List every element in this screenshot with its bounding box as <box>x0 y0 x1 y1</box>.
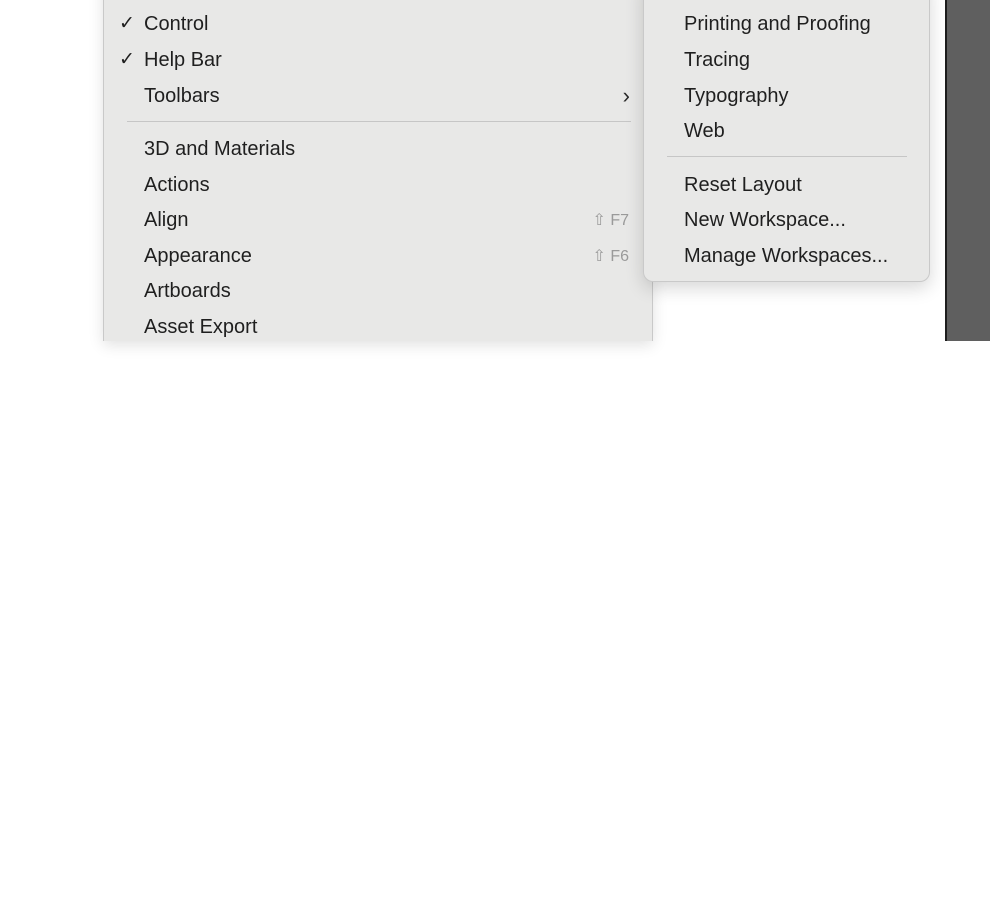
menu-separator <box>667 156 907 157</box>
menu-item-label: Control <box>144 13 209 35</box>
menu-item-tracing[interactable]: Tracing <box>644 45 931 75</box>
checkmark-icon: ✓ <box>119 49 135 70</box>
menu-item-label: Asset Export <box>144 316 258 338</box>
menu-item-label: Align <box>144 209 189 231</box>
menu-item-typography[interactable]: Typography <box>644 81 931 111</box>
menu-item-label: Printing and Proofing <box>684 13 871 35</box>
menu-item-label: Actions <box>144 174 210 196</box>
menu-item-label: Manage Workspaces... <box>684 245 889 267</box>
menu-item-label: Tracing <box>684 49 750 71</box>
menu-item-label: Reset Layout <box>684 174 802 196</box>
workspace-submenu: Printing and Proofing Tracing Typography… <box>643 0 930 282</box>
chevron-right-icon: › <box>622 83 630 108</box>
menu-item-label: 3D and Materials <box>144 138 296 160</box>
menu-item-printing-and-proofing[interactable]: Printing and Proofing <box>644 9 931 39</box>
menu-item-label: Web <box>684 120 725 142</box>
menu-item-new-workspace[interactable]: New Workspace... <box>644 205 931 235</box>
menu-item-reset-layout[interactable]: Reset Layout <box>644 170 931 200</box>
menu-item-artboards[interactable]: Artboards <box>104 276 654 306</box>
keyboard-shortcut: ⇧ F6 <box>592 248 629 265</box>
menu-item-actions[interactable]: Actions <box>104 170 654 200</box>
menu-separator <box>127 121 631 122</box>
window-menu: ✓ Control ✓ Help Bar Toolbars › 3D and M… <box>103 0 653 341</box>
menu-item-label: Toolbars <box>144 85 220 107</box>
menu-item-toolbars[interactable]: Toolbars › <box>104 81 654 111</box>
menu-item-appearance[interactable]: Appearance ⇧ F6 <box>104 241 654 271</box>
menu-item-manage-workspaces[interactable]: Manage Workspaces... <box>644 241 931 271</box>
keyboard-shortcut: ⇧ F7 <box>592 212 629 229</box>
menu-item-label: Typography <box>684 85 789 107</box>
side-panel <box>945 0 990 341</box>
menu-item-label: Artboards <box>144 280 231 302</box>
menu-item-asset-export[interactable]: Asset Export <box>104 312 654 342</box>
menu-item-label: New Workspace... <box>684 209 846 231</box>
menu-item-align[interactable]: Align ⇧ F7 <box>104 205 654 235</box>
menu-item-web[interactable]: Web <box>644 116 931 146</box>
menu-item-3d-and-materials[interactable]: 3D and Materials <box>104 134 654 164</box>
menu-item-control[interactable]: ✓ Control <box>104 9 654 39</box>
menu-item-label: Appearance <box>144 245 252 267</box>
menu-item-label: Help Bar <box>144 49 222 71</box>
menu-item-help-bar[interactable]: ✓ Help Bar <box>104 45 654 75</box>
checkmark-icon: ✓ <box>119 13 135 34</box>
screen: ✓ Control ✓ Help Bar Toolbars › 3D and M… <box>0 0 990 915</box>
